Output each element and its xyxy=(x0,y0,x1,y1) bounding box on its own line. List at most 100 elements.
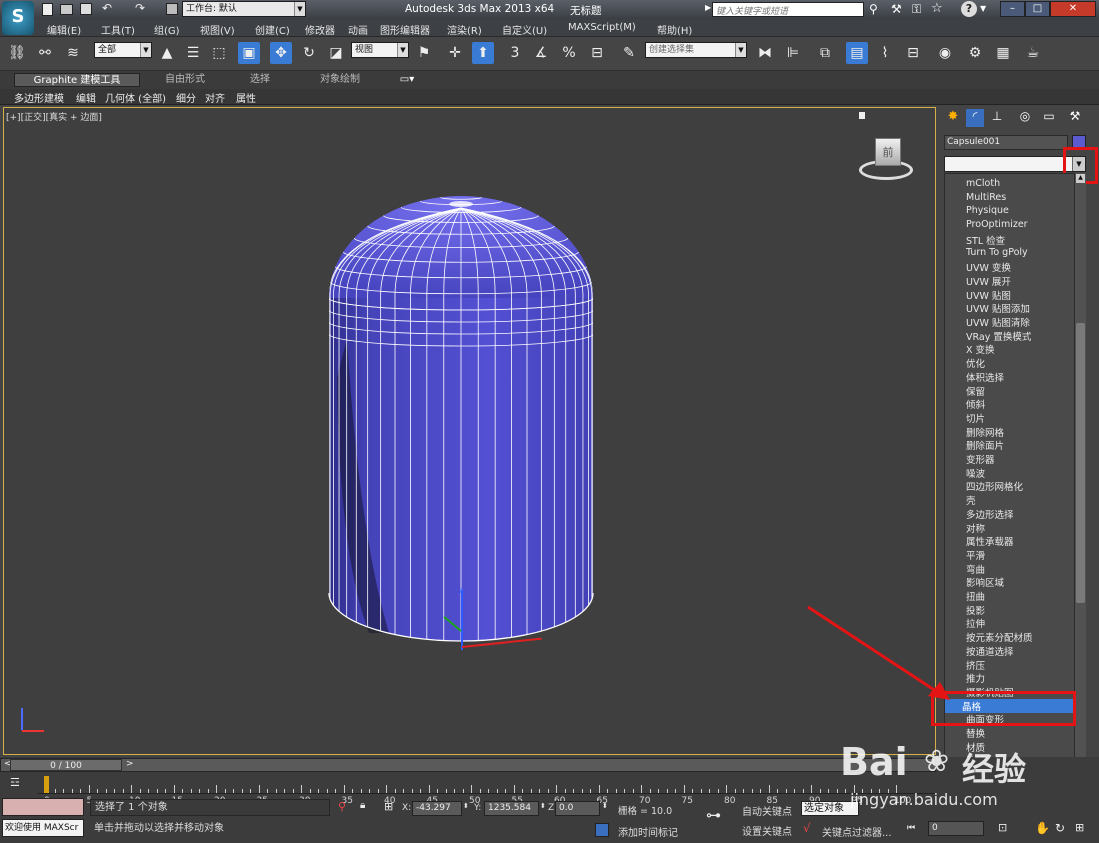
set-key-button[interactable]: 设置关键点 xyxy=(742,823,792,838)
modify-tab-icon[interactable]: ◜ xyxy=(966,109,984,127)
menu-group[interactable]: 组(G) xyxy=(154,22,180,37)
utilities-tab-icon[interactable]: ⚒ xyxy=(1066,109,1084,127)
modifier-list-item[interactable]: 倾斜 xyxy=(966,397,985,411)
front-viewport[interactable]: [+][正交][真实 + 边面] 前 z xyxy=(3,107,936,755)
modifier-list-item[interactable]: 切片 xyxy=(966,411,985,425)
help-icon[interactable]: ? xyxy=(961,1,977,17)
modifier-list-item[interactable]: mCloth xyxy=(966,178,1000,189)
rectangular-region-icon[interactable]: ⬚ xyxy=(208,42,230,64)
selection-lock-icon[interactable]: 🔒︎ xyxy=(360,800,370,812)
scroll-up-icon[interactable]: ▲ xyxy=(1076,174,1085,183)
menu-rendering[interactable]: 渲染(R) xyxy=(447,22,482,37)
transform-gizmo[interactable]: z xyxy=(434,586,544,660)
graphite-toggle-icon[interactable]: ▤ xyxy=(846,42,868,64)
modifier-list-item[interactable]: 对称 xyxy=(966,521,985,535)
menu-edit[interactable]: 编辑(E) xyxy=(47,22,81,37)
modifier-list-item[interactable]: 替换 xyxy=(966,726,985,740)
rendered-frame-icon[interactable]: ▦ xyxy=(992,42,1014,64)
time-slider-next-icon[interactable]: > xyxy=(126,759,134,769)
close-button[interactable]: ✕ xyxy=(1050,1,1096,17)
ribbon-polygon-modeling[interactable]: 多边形建模 xyxy=(14,90,64,105)
tab-graphite-modeling[interactable]: Graphite 建模工具 xyxy=(14,73,140,87)
add-time-tag[interactable]: 添加时间标记 xyxy=(618,824,678,839)
add-time-tag-icon[interactable] xyxy=(595,823,609,837)
modifier-list-item[interactable]: 按通道选择 xyxy=(966,644,1014,658)
modifier-list-item[interactable]: VRay 置换模式 xyxy=(966,329,1031,343)
app-logo-icon[interactable]: S xyxy=(2,1,34,35)
render-teapot-icon[interactable]: ☕ xyxy=(1022,42,1044,64)
object-name-field[interactable]: Capsule001 xyxy=(944,135,1068,150)
select-and-scale-icon[interactable]: ◪ xyxy=(325,42,347,64)
key-filters-button[interactable]: 关键点过滤器... xyxy=(822,824,892,839)
x-coordinate-field[interactable]: -43.297 xyxy=(412,801,462,816)
align-icon[interactable]: ⊫ xyxy=(782,42,804,64)
percent-snap-icon[interactable]: % xyxy=(558,42,580,64)
z-spinner-icon[interactable]: ⬍ xyxy=(602,802,608,810)
modifier-list-item[interactable]: ProOptimizer xyxy=(966,219,1028,230)
maximize-button[interactable]: □ xyxy=(1025,1,1050,17)
modifier-list-item[interactable]: 推力 xyxy=(966,671,985,685)
display-tab-icon[interactable]: ▭ xyxy=(1040,109,1058,127)
ribbon-align[interactable]: 对齐 xyxy=(205,90,225,105)
render-setup-icon[interactable]: ⚙ xyxy=(964,42,986,64)
select-by-name-icon[interactable]: ☰ xyxy=(182,42,204,64)
go-to-start-icon[interactable]: ⏮ xyxy=(907,823,915,833)
spinner-snap-icon[interactable]: ⊟ xyxy=(586,42,608,64)
new-file-icon[interactable] xyxy=(42,3,53,16)
menu-views[interactable]: 视图(V) xyxy=(200,22,235,37)
absolute-mode-icon[interactable]: ⊞ xyxy=(384,800,393,813)
material-editor-icon[interactable]: ◉ xyxy=(934,42,956,64)
modifier-list-item[interactable]: 删除网格 xyxy=(966,425,1004,439)
link-icon[interactable]: ⛓ xyxy=(6,42,28,64)
ribbon-properties[interactable]: 属性 xyxy=(236,90,256,105)
tab-object-paint[interactable]: 对象绘制 xyxy=(305,73,375,87)
pan-icon[interactable]: ✋ xyxy=(1035,821,1050,835)
modifier-list-item[interactable]: UVW 变换 xyxy=(966,260,1011,274)
modifier-list-item[interactable]: 投影 xyxy=(966,603,985,617)
y-spinner-icon[interactable]: ⬍ xyxy=(540,802,546,810)
menu-animation[interactable]: 动画 xyxy=(348,22,368,37)
set-key-icon[interactable]: ⊶ xyxy=(706,806,721,824)
modifier-list-item[interactable]: 拉伸 xyxy=(966,616,985,630)
modifier-list-item[interactable]: UVW 贴图清除 xyxy=(966,315,1030,329)
menu-customize[interactable]: 自定义(U) xyxy=(502,22,547,37)
communication-center-icon[interactable]: ⚿ xyxy=(912,2,921,17)
modifier-list-item[interactable]: UVW 展开 xyxy=(966,274,1011,288)
tab-freeform[interactable]: 自由形式 xyxy=(150,73,220,87)
curve-editor-mini-icon[interactable]: ☲ xyxy=(10,776,30,792)
select-and-move-icon[interactable]: ✥ xyxy=(270,42,292,64)
unlink-icon[interactable]: ⚯ xyxy=(34,42,56,64)
y-coordinate-field[interactable]: 1235.584 xyxy=(484,801,539,816)
isolate-icon[interactable]: ⚲ xyxy=(338,800,346,813)
modifier-list-item[interactable]: 变形器 xyxy=(966,452,995,466)
z-coordinate-field[interactable]: 0.0 xyxy=(555,801,600,816)
modifier-list-item[interactable]: 平滑 xyxy=(966,548,985,562)
modifier-list-item[interactable]: 四边形网格化 xyxy=(966,479,1023,493)
hierarchy-tab-icon[interactable]: ⊥ xyxy=(988,109,1006,127)
pivot-center-icon[interactable]: ⚑ xyxy=(413,42,435,64)
favorites-star-icon[interactable]: ☆ xyxy=(931,1,943,16)
ribbon-options-icon[interactable]: ▭▾ xyxy=(395,73,419,87)
timeline-ruler[interactable]: 0510152025303540455055606570758085909510… xyxy=(38,774,936,806)
modifier-list-item[interactable]: Turn To gPoly xyxy=(966,247,1028,258)
tools-icon[interactable]: ⚒ xyxy=(891,2,902,16)
modifier-list-item[interactable]: 噪波 xyxy=(966,466,985,480)
schematic-view-icon[interactable]: ⊟ xyxy=(902,42,924,64)
zoom-extents-icon[interactable]: ⊡ xyxy=(998,821,1007,834)
time-slider[interactable]: < 0 / 100 > xyxy=(0,758,936,772)
modifier-list-item[interactable]: 壳 xyxy=(966,493,976,507)
keyboard-shortcut-override-icon[interactable]: ⬆ xyxy=(472,42,494,64)
modifier-list-item[interactable]: 优化 xyxy=(966,356,985,370)
modifier-list-item[interactable]: 按元素分配材质 xyxy=(966,630,1033,644)
modifier-list-item[interactable]: STL 检查 xyxy=(966,233,1005,247)
time-slider-thumb[interactable]: 0 / 100 xyxy=(10,759,122,771)
ribbon-subdivision[interactable]: 细分 xyxy=(176,90,196,105)
layer-manager-icon[interactable]: ⧉ xyxy=(814,42,836,64)
menu-maxscript[interactable]: MAXScript(M) xyxy=(568,22,636,33)
undo-icon[interactable]: ↶ xyxy=(102,1,112,15)
angle-snap-icon[interactable]: ∡ xyxy=(530,42,552,64)
minimize-button[interactable]: – xyxy=(1000,1,1025,17)
maxscript-listener[interactable] xyxy=(2,798,84,816)
menu-create[interactable]: 创建(C) xyxy=(255,22,290,37)
open-file-icon[interactable] xyxy=(60,4,73,15)
